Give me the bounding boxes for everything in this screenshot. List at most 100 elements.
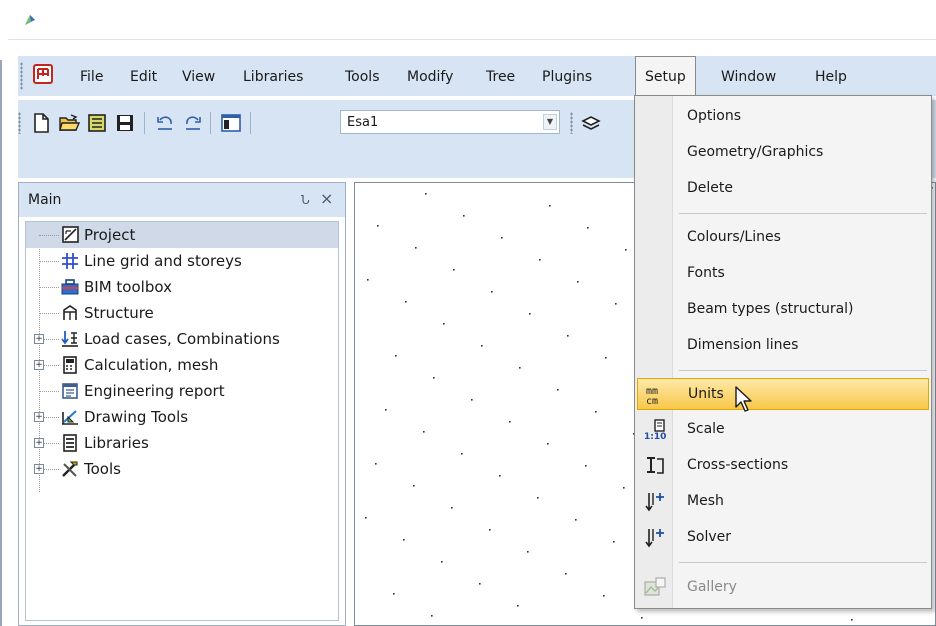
tree-item-drawing-tools[interactable]: + Drawing Tools <box>26 404 338 430</box>
menu-item-label: Beam types (structural) <box>687 301 854 317</box>
setup-menu-cross-sections[interactable]: Cross-sections <box>637 450 929 482</box>
setup-menu-colours-lines[interactable]: Colours/Lines <box>637 222 929 254</box>
pin-icon[interactable]: Ն <box>301 193 310 207</box>
gallery-icon <box>644 577 666 596</box>
grid-dot <box>499 475 501 477</box>
expand-icon[interactable]: + <box>34 334 44 344</box>
chevron-down-icon[interactable]: ▼ <box>543 114 557 130</box>
tree-item-libraries[interactable]: + Libraries <box>26 430 338 456</box>
main-tree: Project Line grid and storeys BIM toolbo… <box>25 221 339 621</box>
expand-icon[interactable]: + <box>34 360 44 370</box>
grid-dot <box>547 443 549 445</box>
grid-dot <box>393 593 395 595</box>
grid-dot <box>471 399 473 401</box>
window-frame-border <box>0 60 2 626</box>
project-selector-combo[interactable]: Esa1 ▼ <box>340 110 560 134</box>
setup-menu-beam-types[interactable]: Beam types (structural) <box>637 294 929 326</box>
title-bar <box>8 0 936 40</box>
toggle-panel-icon[interactable] <box>220 112 242 134</box>
grid-dot <box>433 377 435 379</box>
toolbar-grip[interactable] <box>18 112 21 134</box>
toolbar-separator <box>144 112 145 134</box>
menu-item-label: Geometry/Graphics <box>687 144 824 160</box>
setup-menu-delete[interactable]: Delete <box>637 173 929 205</box>
tree-connector <box>39 313 59 314</box>
solver-icon <box>645 529 664 548</box>
grid-dot <box>565 573 567 575</box>
tree-item-engineering-report[interactable]: Engineering report <box>26 378 338 404</box>
grid-dot <box>615 303 617 305</box>
setup-menu-fonts[interactable]: Fonts <box>637 258 929 290</box>
layers-icon[interactable] <box>580 112 602 134</box>
setup-menu-scale[interactable]: 1:10 Scale <box>637 414 929 446</box>
grid-dot <box>425 193 427 195</box>
redo-icon[interactable] <box>182 112 204 134</box>
expand-icon[interactable]: + <box>34 438 44 448</box>
tree-item-calculation[interactable]: + Calculation, mesh <box>26 352 338 378</box>
undo-icon[interactable] <box>154 112 176 134</box>
save-icon[interactable] <box>114 112 136 134</box>
open-folder-icon[interactable] <box>58 112 80 134</box>
grid-dot <box>517 605 519 607</box>
menu-edit[interactable]: Edit <box>130 69 157 85</box>
menu-tree[interactable]: Tree <box>486 69 515 85</box>
grid-dot <box>529 313 531 315</box>
tree-item-bim-toolbox[interactable]: BIM toolbox <box>26 274 338 300</box>
libraries-icon <box>63 434 77 452</box>
menu-help[interactable]: Help <box>815 69 847 85</box>
setup-menu-geometry-graphics[interactable]: Geometry/Graphics <box>637 137 929 169</box>
tree-item-structure[interactable]: Structure <box>26 300 338 326</box>
grid-dot <box>385 409 387 411</box>
menu-item-label: Mesh <box>687 493 724 509</box>
menubar-grip[interactable] <box>20 62 23 90</box>
expand-icon[interactable]: + <box>34 464 44 474</box>
toolbar-grip-2[interactable] <box>570 112 573 134</box>
menu-window[interactable]: Window <box>721 69 776 85</box>
new-file-icon[interactable] <box>30 112 52 134</box>
menu-file[interactable]: File <box>80 69 103 85</box>
project-data-icon[interactable] <box>86 112 108 134</box>
grid-dot <box>557 389 559 391</box>
grid-dot <box>577 281 579 283</box>
report-icon <box>62 383 78 399</box>
tree-item-label: Line grid and storeys <box>84 252 242 270</box>
grid-dot <box>479 583 481 585</box>
grid-dot <box>585 465 587 467</box>
grid-dot <box>549 205 551 207</box>
close-icon[interactable]: × <box>320 189 333 208</box>
menu-modify[interactable]: Modify <box>407 69 453 85</box>
setup-menu-gallery: Gallery <box>637 572 929 604</box>
tree-item-project[interactable]: Project <box>26 222 338 248</box>
tree-item-tools[interactable]: + Tools <box>26 456 338 482</box>
grid-dot <box>603 595 605 597</box>
tree-item-load-cases[interactable]: + Load cases, Combinations <box>26 326 338 352</box>
grid-dot <box>605 357 607 359</box>
setup-menu-mesh[interactable]: Mesh <box>637 486 929 518</box>
grid-dot <box>423 431 425 433</box>
menu-item-label: Scale <box>687 421 725 437</box>
mesh-icon <box>645 493 664 512</box>
menu-item-label: Solver <box>687 529 731 545</box>
grid-dot <box>405 301 407 303</box>
scia-app-menu-icon[interactable] <box>33 64 53 84</box>
setup-menu-units[interactable]: mm cm Units <box>637 378 929 410</box>
setup-menu-dropdown: Options Geometry/Graphics Delete Colours… <box>634 95 932 609</box>
setup-menu-dimension-lines[interactable]: Dimension lines <box>637 330 929 362</box>
menu-separator <box>679 213 927 214</box>
menu-view[interactable]: View <box>182 69 215 85</box>
toolbar-separator <box>250 112 251 134</box>
setup-menu-options[interactable]: Options <box>637 101 929 133</box>
setup-menu-solver[interactable]: Solver <box>637 522 929 554</box>
tree-item-line-grid[interactable]: Line grid and storeys <box>26 248 338 274</box>
tree-item-label: Drawing Tools <box>84 408 189 426</box>
grid-dot <box>403 539 405 541</box>
tree-item-label: Project <box>84 226 136 244</box>
menu-tools[interactable]: Tools <box>345 69 380 85</box>
menu-setup[interactable]: Setup <box>635 56 696 96</box>
units-icon: mm cm <box>646 386 658 406</box>
bim-toolbox-icon <box>61 279 79 295</box>
menu-libraries[interactable]: Libraries <box>243 69 303 85</box>
expand-icon[interactable]: + <box>34 412 44 422</box>
menu-plugins[interactable]: Plugins <box>542 69 592 85</box>
grid-dot <box>461 453 463 455</box>
